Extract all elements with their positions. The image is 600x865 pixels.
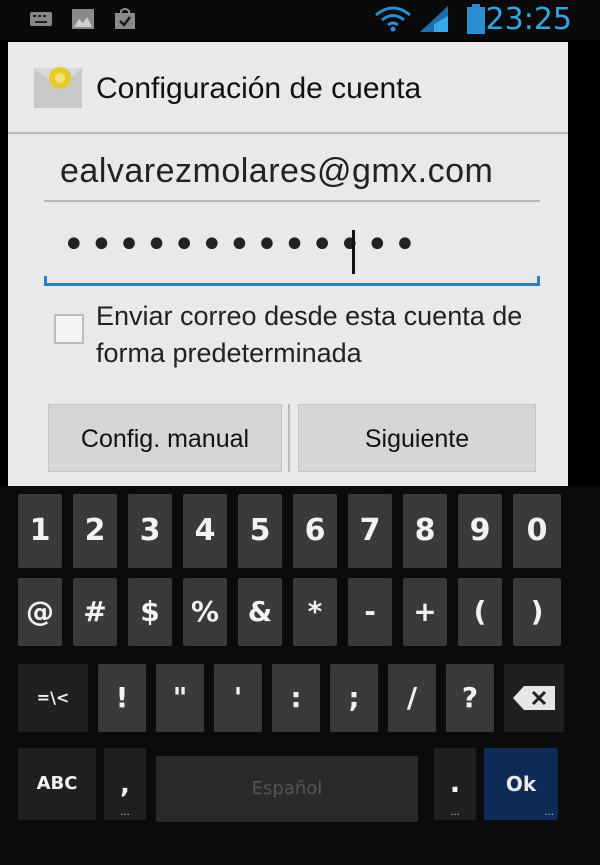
key-question[interactable]: ?	[446, 664, 494, 732]
key-dollar[interactable]: $	[128, 578, 172, 646]
key-double-quote[interactable]: "	[156, 664, 204, 732]
battery-icon	[467, 4, 485, 34]
key-exclamation[interactable]: !	[98, 664, 146, 732]
key-4[interactable]: 4	[183, 494, 227, 568]
key-2[interactable]: 2	[73, 494, 117, 568]
backspace-key[interactable]	[504, 664, 564, 732]
key-semicolon[interactable]: ;	[330, 664, 378, 732]
signal-icon	[420, 6, 448, 32]
key-single-quote[interactable]: '	[214, 664, 262, 732]
password-underline	[44, 283, 540, 286]
key-paren-open[interactable]: (	[458, 578, 502, 646]
password-field[interactable]: •••••••••••••	[44, 218, 540, 286]
backspace-icon	[513, 686, 555, 710]
key-8[interactable]: 8	[403, 494, 447, 568]
space-key[interactable]: Español	[156, 756, 418, 822]
text-cursor	[352, 230, 355, 274]
key-7[interactable]: 7	[348, 494, 392, 568]
page-title: Configuración de cuenta	[96, 72, 422, 105]
image-icon	[72, 9, 94, 29]
email-value: ealvarezmolares@gmx.com	[60, 152, 494, 190]
keyboard-icon	[30, 12, 52, 26]
status-bar: 23:25	[0, 0, 600, 40]
key-0[interactable]: 0	[513, 494, 561, 568]
soft-keyboard: 1 2 3 4 5 6 7 8 9 0 @ # $ % & * - + ( ) …	[0, 486, 600, 865]
password-underline-left-tick	[44, 276, 47, 286]
password-underline-right-tick	[537, 276, 540, 286]
ok-key-label: Ok	[505, 772, 537, 796]
key-5[interactable]: 5	[238, 494, 282, 568]
default-account-label[interactable]: Enviar correo desde esta cuenta de forma…	[96, 298, 556, 372]
key-percent[interactable]: %	[183, 578, 227, 646]
email-underline	[44, 200, 540, 202]
key-more-symbols[interactable]: =\<	[18, 664, 88, 732]
key-minus[interactable]: -	[348, 578, 392, 646]
key-hash[interactable]: #	[73, 578, 117, 646]
period-label: .	[449, 766, 461, 799]
abc-key[interactable]: ABC	[18, 748, 96, 820]
ok-key[interactable]: Ok ...	[484, 748, 558, 820]
default-account-checkbox[interactable]	[54, 314, 84, 344]
manual-setup-button[interactable]: Config. manual	[48, 404, 282, 472]
key-colon[interactable]: :	[272, 664, 320, 732]
title-bar: Configuración de cuenta	[8, 42, 568, 134]
button-divider	[288, 404, 290, 472]
email-app-icon	[34, 67, 82, 108]
key-at[interactable]: @	[18, 578, 62, 646]
clock: 23:25	[485, 2, 572, 37]
key-3[interactable]: 3	[128, 494, 172, 568]
wifi-icon	[375, 6, 411, 32]
period-key[interactable]: . ...	[434, 748, 476, 820]
comma-label: ,	[120, 770, 130, 800]
shopping-bag-icon	[115, 8, 135, 29]
key-plus[interactable]: +	[403, 578, 447, 646]
key-ampersand[interactable]: &	[238, 578, 282, 646]
key-slash[interactable]: /	[388, 664, 436, 732]
comma-more-indicator: ...	[120, 807, 130, 818]
key-6[interactable]: 6	[293, 494, 337, 568]
period-more-indicator: ...	[450, 807, 460, 818]
password-value: •••••••••••••	[62, 222, 421, 268]
space-key-label: Español	[251, 778, 323, 799]
ok-more-indicator: ...	[544, 807, 554, 818]
email-field[interactable]: ealvarezmolares@gmx.com	[44, 140, 540, 202]
title-divider	[8, 132, 568, 134]
key-asterisk[interactable]: *	[293, 578, 337, 646]
key-paren-close[interactable]: )	[513, 578, 561, 646]
next-button[interactable]: Siguiente	[298, 404, 536, 472]
key-9[interactable]: 9	[458, 494, 502, 568]
key-1[interactable]: 1	[18, 494, 62, 568]
account-setup-screen: Configuración de cuenta ealvarezmolares@…	[8, 42, 568, 492]
comma-key[interactable]: , ...	[104, 748, 146, 820]
